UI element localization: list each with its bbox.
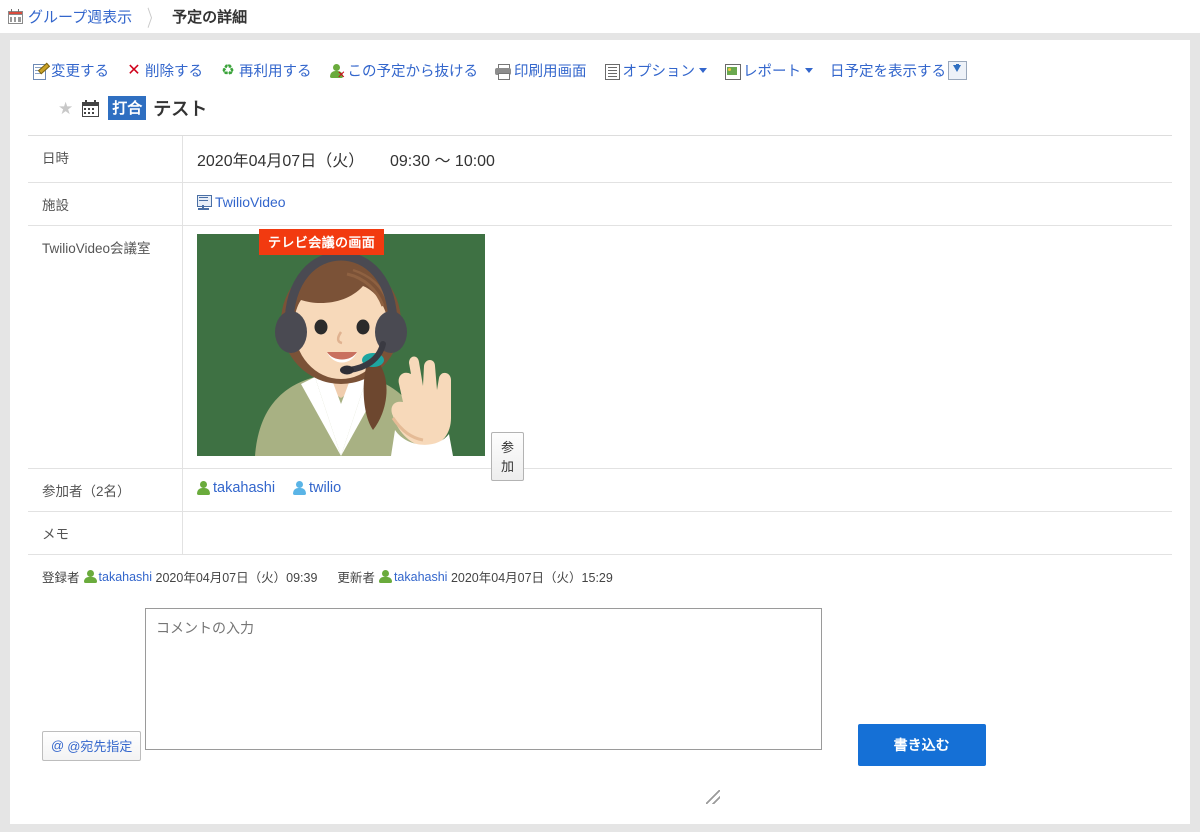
action-toolbar: 変更する ✕ 削除する ♻ 再利用する ✕ この予定から抜ける 印刷用画面 オプ… bbox=[10, 40, 1190, 81]
attendee-takahashi[interactable]: takahashi bbox=[197, 480, 275, 496]
table-row-attendees: 参加者（2名） takahashi twilio bbox=[28, 468, 1172, 512]
at-icon: @ bbox=[51, 738, 65, 753]
chevron-down-icon bbox=[699, 68, 707, 73]
edit-action[interactable]: 変更する bbox=[32, 60, 109, 81]
user-icon bbox=[292, 480, 307, 496]
creator-label: 登録者 bbox=[42, 571, 80, 585]
row-label-video-room: TwilioVideo会議室 bbox=[28, 225, 183, 469]
annotation-badge: テレビ会議の画面 bbox=[259, 229, 385, 255]
breadcrumb-link-group-week[interactable]: グループ週表示 bbox=[28, 6, 132, 27]
event-detail-table: 日時 2020年04月07日（火） 09:30 〜 10:00 施設 Twili… bbox=[28, 136, 1172, 555]
attendee-name: twilio bbox=[308, 480, 342, 496]
user-icon bbox=[83, 569, 97, 584]
event-title-text: テスト bbox=[153, 99, 208, 119]
leave-event-action[interactable]: ✕ この予定から抜ける bbox=[329, 60, 479, 81]
video-conference-panel: テレビ会議の画面 参加 bbox=[197, 229, 525, 481]
leave-icon: ✕ bbox=[329, 63, 346, 80]
facility-name: TwilioVideo bbox=[215, 194, 286, 210]
table-row-facility: 施設 TwilioVideo bbox=[28, 182, 1172, 226]
event-date: 2020年04月07日（火） bbox=[197, 153, 365, 170]
edit-icon bbox=[32, 62, 51, 80]
download-arrow-icon bbox=[948, 61, 967, 80]
star-icon[interactable]: ★ bbox=[58, 100, 73, 117]
delete-action[interactable]: ✕ 削除する bbox=[126, 60, 203, 81]
table-row-video-room: TwilioVideo会議室 テレビ会議の画面 参加 bbox=[28, 225, 1172, 481]
show-day-schedule-label: 日予定を表示する bbox=[830, 64, 946, 80]
options-icon bbox=[604, 63, 620, 80]
join-button[interactable]: 参加 bbox=[491, 432, 525, 481]
print-action[interactable]: 印刷用画面 bbox=[495, 60, 587, 81]
row-label-datetime: 日時 bbox=[28, 136, 183, 183]
reuse-icon: ♻ bbox=[221, 61, 235, 79]
print-action-label: 印刷用画面 bbox=[514, 64, 587, 80]
event-time: 09:30 〜 10:00 bbox=[389, 153, 495, 170]
updater-label: 更新者 bbox=[337, 571, 375, 585]
delete-icon: ✕ bbox=[127, 61, 141, 79]
print-icon bbox=[495, 63, 511, 80]
updater-datetime: 2020年04月07日（火）15:29 bbox=[450, 571, 613, 585]
textarea-resize-handle[interactable] bbox=[706, 790, 720, 804]
facility-link[interactable]: TwilioVideo bbox=[197, 194, 286, 210]
page-title: ★ 打合 テスト bbox=[28, 81, 1172, 136]
user-icon bbox=[378, 569, 392, 584]
creator-name[interactable]: takahashi bbox=[99, 570, 153, 584]
row-label-attendees: 参加者（2名） bbox=[28, 468, 183, 512]
comment-section: @ @宛先指定 書き込む bbox=[28, 600, 1172, 804]
attendee-name: takahashi bbox=[213, 480, 276, 496]
report-menu-label: レポート bbox=[743, 64, 801, 80]
options-menu-label: オプション bbox=[622, 64, 696, 80]
report-menu[interactable]: レポート bbox=[724, 60, 813, 81]
table-row-datetime: 日時 2020年04月07日（火） 09:30 〜 10:00 bbox=[28, 136, 1172, 183]
memo-value bbox=[182, 511, 1172, 555]
calendar-icon bbox=[82, 99, 100, 117]
row-label-memo: メモ bbox=[28, 511, 183, 555]
breadcrumb-current-page: 予定の詳細 bbox=[172, 9, 248, 26]
submit-comment-button[interactable]: 書き込む bbox=[857, 724, 986, 766]
event-type-badge: 打合 bbox=[108, 96, 147, 120]
calendar-icon bbox=[8, 9, 23, 24]
breadcrumb: グループ週表示 〉 予定の詳細 bbox=[0, 0, 1200, 33]
breadcrumb-separator: 〉 bbox=[147, 5, 160, 31]
comment-input[interactable] bbox=[145, 608, 823, 750]
reuse-action-label: 再利用する bbox=[239, 64, 312, 80]
address-picker-label: @宛先指定 bbox=[67, 739, 133, 754]
delete-action-label: 削除する bbox=[145, 64, 203, 80]
leave-event-label: この予定から抜ける bbox=[347, 64, 479, 80]
address-picker-button[interactable]: @ @宛先指定 bbox=[42, 731, 142, 761]
record-meta-line: 登録者 takahashi 2020年04月07日（火）09:39 更新者 ta… bbox=[28, 567, 1172, 586]
creator-datetime: 2020年04月07日（火）09:39 bbox=[155, 571, 318, 585]
show-day-schedule-action[interactable]: 日予定を表示する bbox=[830, 60, 967, 81]
options-menu[interactable]: オプション bbox=[604, 60, 707, 81]
table-row-memo: メモ bbox=[28, 511, 1172, 555]
facility-icon bbox=[197, 194, 212, 210]
chevron-down-icon bbox=[805, 68, 813, 73]
report-icon bbox=[724, 63, 741, 80]
updater-name[interactable]: takahashi bbox=[394, 570, 448, 584]
row-label-facility: 施設 bbox=[28, 182, 183, 226]
attendee-twilio[interactable]: twilio bbox=[292, 480, 342, 496]
video-conference-image bbox=[197, 234, 485, 456]
user-icon bbox=[197, 480, 211, 496]
content-card: 変更する ✕ 削除する ♻ 再利用する ✕ この予定から抜ける 印刷用画面 オプ… bbox=[10, 40, 1190, 824]
edit-action-label: 変更する bbox=[51, 64, 109, 80]
reuse-action[interactable]: ♻ 再利用する bbox=[220, 60, 312, 81]
